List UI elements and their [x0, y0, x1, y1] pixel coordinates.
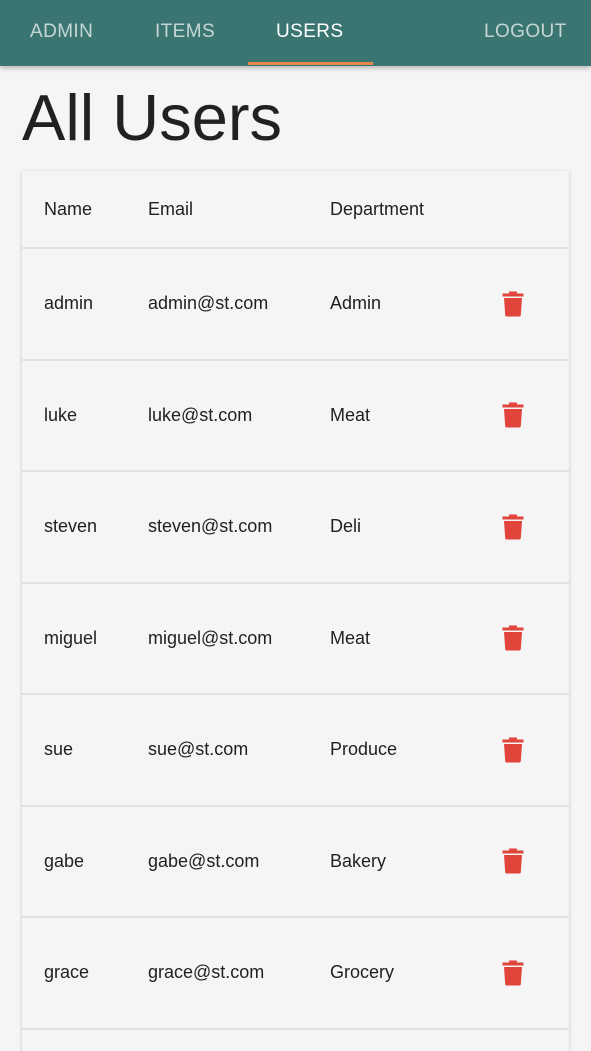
- delete-user-button[interactable]: [502, 472, 524, 582]
- delete-user-button[interactable]: [502, 361, 524, 471]
- table-row: grace grace@st.com Grocery: [22, 918, 569, 1030]
- active-tab-indicator: [248, 62, 373, 65]
- trash-icon[interactable]: [502, 737, 524, 763]
- user-department-cell: Deli: [330, 516, 362, 537]
- tab-users[interactable]: USERS: [276, 0, 343, 66]
- table-row: sue sue@st.com Produce: [22, 695, 569, 807]
- user-email-cell: gabe@st.com: [148, 850, 260, 871]
- trash-icon[interactable]: [502, 291, 524, 317]
- table-row: gabe gabe@st.com Bakery: [22, 807, 569, 918]
- delete-user-button[interactable]: [502, 807, 524, 917]
- user-department-cell: Produce: [330, 739, 398, 760]
- user-name-cell: miguel: [44, 627, 98, 648]
- table-row: admin admin@st.com Admin: [22, 249, 569, 361]
- table-row: luke luke@st.com Meat: [22, 361, 569, 472]
- tab-items[interactable]: ITEMS: [155, 0, 215, 66]
- table-row: steven steven@st.com Deli: [22, 472, 569, 584]
- top-navbar: ADMIN ITEMS USERS LOGOUT: [0, 0, 591, 66]
- trash-icon[interactable]: [502, 402, 524, 428]
- delete-user-button[interactable]: [502, 918, 524, 1028]
- trash-icon[interactable]: [502, 625, 524, 651]
- table-row: miguel miguel@st.com Meat: [22, 584, 569, 695]
- user-department-cell: Meat: [330, 404, 371, 425]
- user-department-cell: Meat: [330, 627, 371, 648]
- delete-user-button[interactable]: [502, 695, 524, 805]
- user-name-cell: grace: [44, 962, 90, 983]
- user-department-cell: Bakery: [330, 850, 387, 871]
- user-name-cell: steven: [44, 516, 98, 537]
- column-header-department: Department: [330, 198, 425, 219]
- column-header-email: Email: [148, 198, 194, 219]
- table-header-row: Name Email Department: [22, 171, 569, 249]
- column-header-name: Name: [44, 198, 93, 219]
- tab-admin[interactable]: ADMIN: [30, 0, 93, 66]
- trash-icon[interactable]: [502, 960, 524, 986]
- user-email-cell: sue@st.com: [148, 739, 249, 760]
- user-name-cell: admin: [44, 293, 94, 314]
- logout-button[interactable]: LOGOUT: [484, 0, 567, 66]
- users-table: Name Email Department admin admin@st.com A…: [22, 171, 569, 1051]
- delete-user-button[interactable]: [502, 584, 524, 694]
- user-email-cell: admin@st.com: [148, 293, 269, 314]
- user-email-cell: luke@st.com: [148, 404, 253, 425]
- user-email-cell: grace@st.com: [148, 962, 265, 983]
- user-name-cell: sue: [44, 739, 74, 760]
- trash-icon[interactable]: [502, 848, 524, 874]
- user-email-cell: steven@st.com: [148, 516, 273, 537]
- user-department-cell: Admin: [330, 293, 382, 314]
- page-title: All Users: [22, 81, 283, 154]
- delete-user-button[interactable]: [502, 249, 524, 359]
- trash-icon[interactable]: [502, 514, 524, 540]
- user-name-cell: gabe: [44, 850, 85, 871]
- user-email-cell: miguel@st.com: [148, 627, 273, 648]
- user-name-cell: luke: [44, 404, 78, 425]
- user-department-cell: Grocery: [330, 962, 395, 983]
